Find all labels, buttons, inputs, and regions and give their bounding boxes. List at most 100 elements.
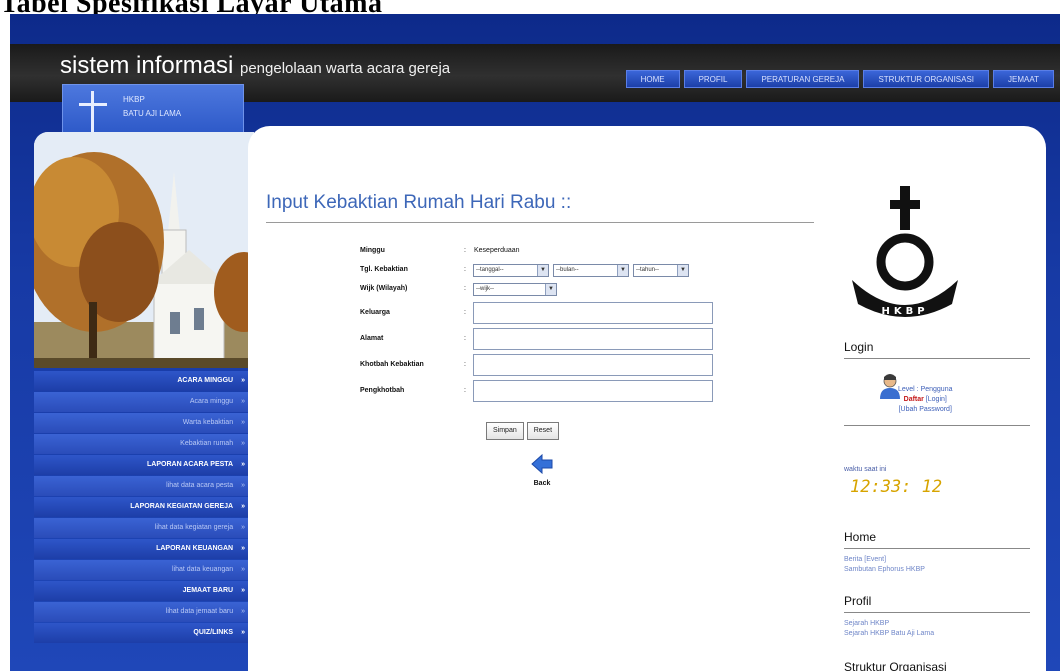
church-name-2: BATU AJI LAMA	[123, 109, 182, 118]
row-alamat: Alamat :	[360, 327, 740, 353]
pengkhotbah-input[interactable]	[473, 380, 713, 402]
sidebar-item-label: QUIZ/LINKS	[193, 629, 234, 636]
church-photo	[34, 132, 254, 368]
clock-box: waktu saat ini 12:33: 12	[844, 466, 1030, 497]
struktur-title: Struktur Organisasi	[844, 660, 1030, 671]
login-links: Level : Pengguna Daftar [Login] [Ubah Pa…	[898, 386, 953, 413]
sidebar-item-label: Acara minggu	[189, 398, 234, 405]
chevron-right-icon: »	[241, 503, 245, 510]
sidebar-item-label: lihat data jemaat baru	[165, 608, 234, 615]
sidebar-item-label: lihat data acara pesta	[166, 482, 234, 489]
chevron-right-icon: »	[241, 440, 245, 447]
daftar-link[interactable]: Daftar	[904, 396, 924, 403]
keluarga-label: Keluarga	[360, 309, 390, 316]
nav-home[interactable]: HOME	[625, 70, 680, 88]
sidebar-item-6[interactable]: LAPORAN KEGIATAN GEREJA »	[34, 497, 256, 517]
clock-display: 12:33: 12	[850, 477, 943, 497]
level-user: Level : Pengguna	[898, 386, 953, 393]
nav-profil[interactable]: PROFIL	[683, 70, 743, 88]
tanggal-select[interactable]: --tanggal-- ▼	[473, 264, 549, 277]
tahun-select[interactable]: --tahun-- ▼	[633, 264, 689, 277]
sidebar-item-2[interactable]: Warta kebaktian »	[34, 413, 256, 433]
struktur-box: Struktur Organisasi	[844, 660, 1030, 671]
chevron-right-icon: »	[241, 419, 245, 426]
cross-icon	[91, 91, 94, 135]
sejarah-hkbp-link[interactable]: Sejarah HKBP	[844, 619, 1030, 629]
chevron-down-icon: ▼	[545, 284, 556, 295]
app-title: sistem informasi	[60, 52, 234, 79]
sidebar-item-3[interactable]: Kebaktian rumah »	[34, 434, 256, 454]
form-buttons: Simpan Reset	[486, 422, 560, 440]
bulan-select[interactable]: --bulan-- ▼	[553, 264, 629, 277]
event-link[interactable]: Event	[866, 556, 884, 563]
chevron-right-icon: »	[241, 608, 245, 615]
title-divider	[266, 222, 814, 223]
sidebar-item-7[interactable]: lihat data kegiatan gereja »	[34, 518, 256, 538]
app-subtitle: pengelolaan warta acara gereja	[240, 60, 451, 77]
chevron-right-icon: »	[241, 566, 245, 573]
ubah-password-link[interactable]: Ubah Password	[901, 406, 950, 413]
chevron-right-icon: »	[241, 629, 245, 636]
nav-jemaat[interactable]: JEMAAT	[993, 70, 1054, 88]
back-label: Back	[533, 480, 551, 487]
sidebar-item-4[interactable]: LAPORAN ACARA PESTA »	[34, 455, 256, 475]
nav-peraturan[interactable]: PERATURAN GEREJA	[746, 70, 860, 88]
keluarga-input[interactable]	[473, 302, 713, 324]
sidebar-item-5[interactable]: lihat data acara pesta »	[34, 476, 256, 496]
berita-link[interactable]: Berita	[844, 556, 862, 563]
back-button[interactable]: Back	[530, 453, 554, 487]
row-pengkhotbah: Pengkhotbah :	[360, 379, 740, 405]
browser-page: sistem informasi pengelolaan warta acara…	[10, 14, 1060, 671]
sidebar-item-9[interactable]: lihat data keuangan »	[34, 560, 256, 580]
sidebar-item-label: LAPORAN KEUANGAN	[156, 545, 234, 552]
sidebar-item-0[interactable]: ACARA MINGGU »	[34, 371, 256, 391]
page-title: Input Kebaktian Rumah Hari Rabu ::	[266, 192, 572, 213]
minggu-value: Keseperduaan	[474, 247, 520, 254]
sidebar-item-label: Warta kebaktian	[182, 419, 234, 426]
sidebar-item-label: LAPORAN ACARA PESTA	[147, 461, 234, 468]
top-nav: HOME PROFIL PERATURAN GEREJA STRUKTUR OR…	[625, 70, 1054, 88]
minggu-label: Minggu	[360, 247, 385, 254]
row-khotbah: Khotbah Kebaktian :	[360, 353, 740, 379]
alamat-input[interactable]	[473, 328, 713, 350]
khotbah-input[interactable]	[473, 354, 713, 376]
sidebar-item-label: lihat data kegiatan gereja	[154, 524, 234, 531]
sidebar-item-label: Kebaktian rumah	[180, 440, 234, 447]
sambutan-link[interactable]: Sambutan Ephorus HKBP	[844, 565, 1030, 575]
sidebar-item-1[interactable]: Acara minggu »	[34, 392, 256, 412]
clock-caption: waktu saat ini	[844, 466, 887, 473]
sidebar-menu: ACARA MINGGU» Acara minggu» Warta kebaktia…	[34, 371, 256, 644]
login-link[interactable]: Login	[928, 396, 945, 403]
back-arrow-icon	[531, 453, 553, 475]
wijk-select[interactable]: --wijk-- ▼	[473, 283, 557, 296]
sidebar-item-10[interactable]: JEMAAT BARU »	[34, 581, 256, 601]
row-keluarga: Keluarga :	[360, 301, 740, 327]
chevron-down-icon: ▼	[617, 265, 628, 276]
sejarah-batuaji-link[interactable]: Sejarah HKBP Batu Aji Lama	[844, 629, 1030, 639]
chevron-right-icon: »	[241, 461, 245, 468]
content-panel: Input Kebaktian Rumah Hari Rabu :: Mingg…	[248, 126, 1046, 671]
chevron-right-icon: »	[241, 545, 245, 552]
pengkhotbah-label: Pengkhotbah	[360, 387, 405, 394]
chevron-right-icon: »	[241, 524, 245, 531]
wijk-label: Wijk (Wilayah)	[360, 285, 408, 292]
row-tanggal: Tgl. Kebaktian : --tanggal-- ▼ --bulan-- ▼…	[360, 263, 740, 282]
alamat-label: Alamat	[360, 335, 384, 342]
chevron-right-icon: »	[241, 377, 245, 384]
reset-button[interactable]: Reset	[526, 422, 560, 440]
sidebar-item-8[interactable]: LAPORAN KEUANGAN »	[34, 539, 256, 559]
sidebar-item-12[interactable]: QUIZ/LINKS »	[34, 623, 256, 643]
sidebar-item-label: LAPORAN KEGIATAN GEREJA	[130, 503, 234, 510]
sidebar-item-11[interactable]: lihat data jemaat baru »	[34, 602, 256, 622]
left-column: ACARA MINGGU» Acara minggu» Warta kebaktia…	[34, 132, 256, 671]
login-title: Login	[844, 340, 1030, 359]
tgl-label: Tgl. Kebaktian	[360, 266, 408, 273]
profil-box: Profil Sejarah HKBP Sejarah HKBP Batu Aj…	[844, 594, 1030, 639]
khotbah-label: Khotbah Kebaktian	[360, 361, 424, 368]
profil-title: Profil	[844, 594, 1030, 613]
nav-struktur[interactable]: STRUKTUR ORGANISASI	[863, 70, 990, 88]
chevron-right-icon: »	[241, 398, 245, 405]
row-wijk: Wijk (Wilayah) : --wijk-- ▼	[360, 282, 740, 301]
row-minggu: Minggu : Keseperduaan	[360, 247, 520, 254]
simpan-button[interactable]: Simpan	[486, 422, 524, 440]
